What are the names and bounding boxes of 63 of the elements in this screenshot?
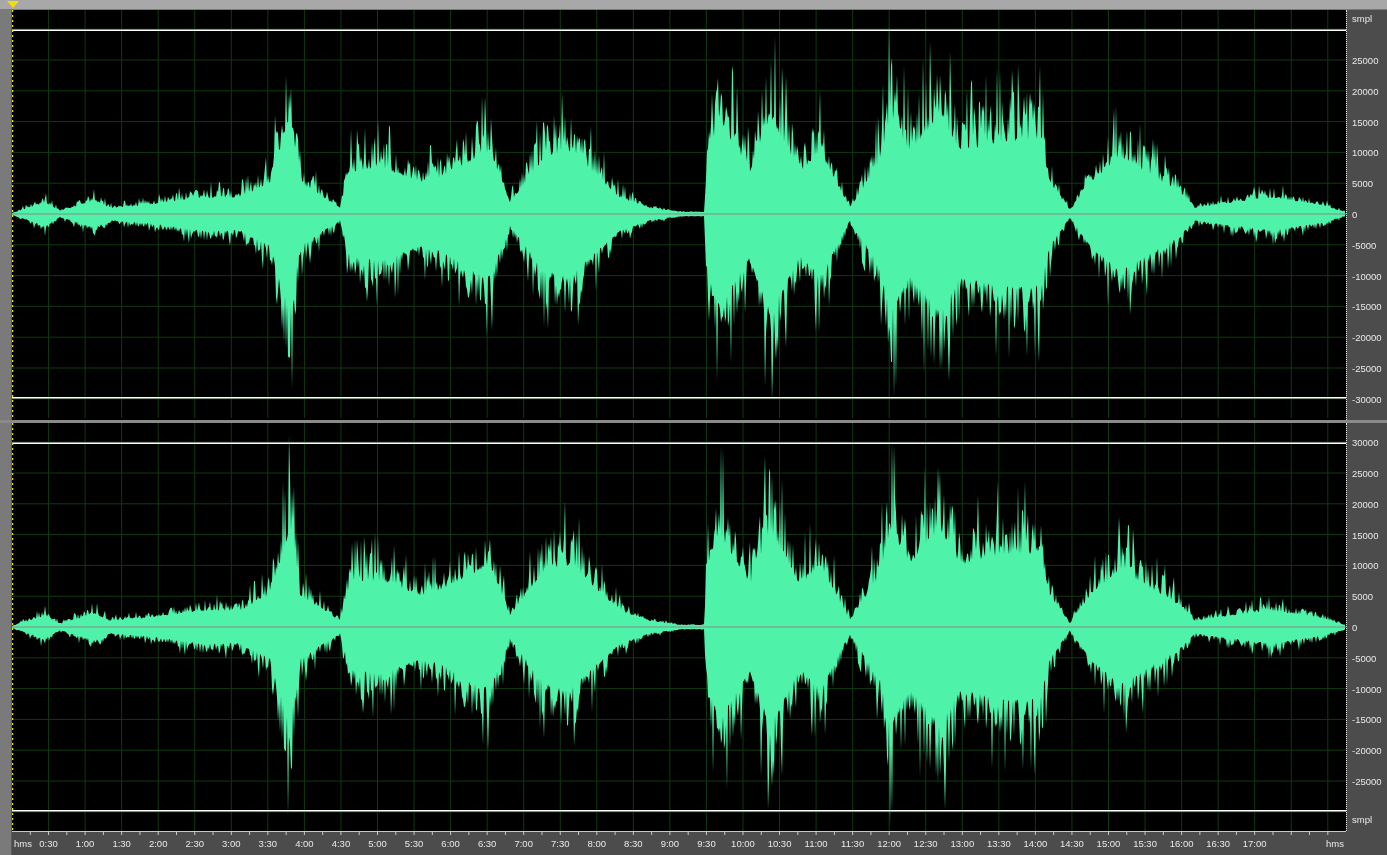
- time-label: 17:00: [1242, 838, 1267, 849]
- scale-label: 25000: [1352, 54, 1379, 66]
- scale-label: 25000: [1352, 467, 1379, 479]
- scale-label: -30000: [1352, 393, 1382, 405]
- time-label: 2:30: [185, 838, 204, 849]
- time-label: 14:00: [1023, 838, 1048, 849]
- time-label: 4:30: [331, 838, 351, 849]
- scale-label: -10000: [1352, 683, 1382, 695]
- time-label: 12:00: [877, 838, 902, 849]
- unit-label: smpl: [1352, 12, 1373, 24]
- time-label: 11:30: [841, 838, 865, 849]
- time-label: 10:30: [767, 838, 792, 849]
- time-label: 8:00: [587, 838, 607, 849]
- time-label: 12:30: [913, 838, 938, 849]
- scale-label: 10000: [1352, 146, 1379, 158]
- time-label: 4:00: [295, 838, 314, 849]
- scale-label: 10000: [1352, 559, 1379, 571]
- scale-label: 0: [1352, 621, 1358, 633]
- scale-label: 0: [1352, 208, 1358, 220]
- scale-label: -20000: [1352, 331, 1382, 343]
- scale-label: 30000: [1352, 436, 1379, 448]
- time-label: 6:00: [441, 838, 460, 849]
- time-label: 7:30: [551, 838, 570, 849]
- time-label: 15:30: [1133, 838, 1157, 849]
- time-label: 5:00: [368, 838, 387, 849]
- scale-label: -10000: [1352, 270, 1382, 282]
- time-label: 13:00: [950, 838, 975, 849]
- scale-label: 15000: [1352, 116, 1379, 128]
- time-label: 10:00: [731, 838, 755, 849]
- time-label: 7:00: [514, 838, 533, 849]
- time-label: 11:00: [804, 838, 828, 849]
- time-label: 0:30: [39, 838, 58, 849]
- time-label: 6:30: [477, 838, 497, 849]
- scale-label: 20000: [1352, 85, 1379, 97]
- scale-label: 5000: [1352, 177, 1374, 189]
- time-label: 16:30: [1206, 838, 1231, 849]
- scale-label: 5000: [1352, 590, 1374, 602]
- time-label: 3:30: [258, 838, 278, 849]
- marker-triangle-icon[interactable]: [7, 1, 19, 8]
- time-label: 9:30: [697, 838, 716, 849]
- time-label: 13:30: [986, 838, 1011, 849]
- time-label: 1:30: [112, 838, 131, 849]
- scale-label: -25000: [1352, 362, 1382, 374]
- scale-label: 15000: [1352, 529, 1379, 541]
- scale-label: 20000: [1352, 498, 1379, 510]
- scale-label: -15000: [1352, 300, 1382, 312]
- unit-label: smpl: [1352, 813, 1373, 825]
- time-label: 2:00: [148, 838, 168, 849]
- scale-label: -5000: [1352, 239, 1377, 251]
- scale-label: -5000: [1352, 652, 1377, 664]
- time-label: 5:30: [404, 838, 424, 849]
- time-label: 15:00: [1096, 838, 1121, 849]
- scale-label: -20000: [1352, 744, 1382, 756]
- scale-label: -15000: [1352, 713, 1382, 725]
- scale-label: -25000: [1352, 775, 1382, 787]
- time-label: 16:00: [1169, 838, 1194, 849]
- unit-label: hms: [1326, 838, 1344, 849]
- time-label: 8:30: [624, 838, 643, 849]
- time-label: 14:30: [1060, 838, 1084, 849]
- unit-label: hms: [14, 838, 32, 849]
- time-label: 1:00: [75, 838, 95, 849]
- time-label: 9:00: [660, 838, 680, 849]
- time-label: 3:00: [222, 838, 241, 849]
